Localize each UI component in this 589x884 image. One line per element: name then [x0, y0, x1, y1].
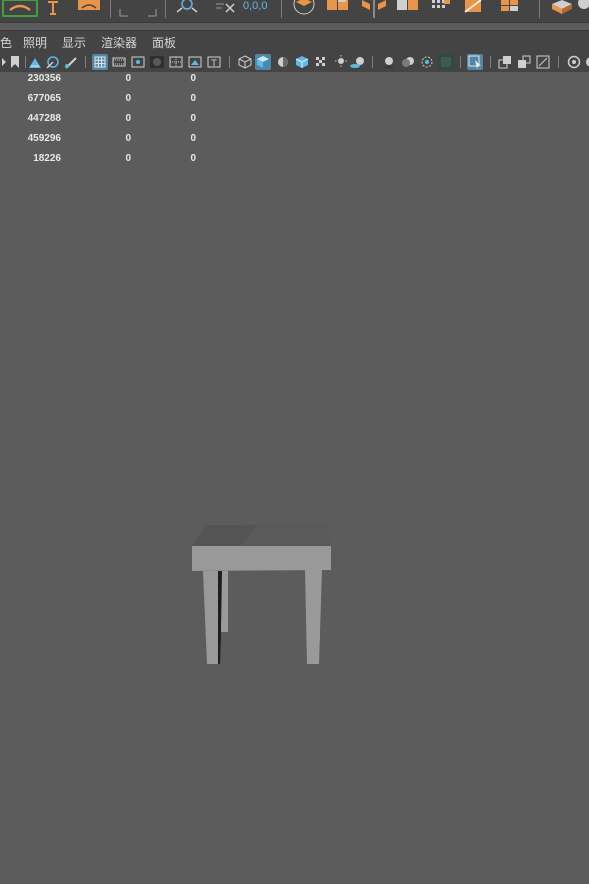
grid-icon[interactable] [92, 54, 108, 70]
sweep-mesh-icon[interactable] [77, 0, 101, 18]
grid-snap-icon[interactable] [118, 0, 158, 18]
lock-camera-icon[interactable] [27, 54, 43, 70]
menu-panels[interactable]: 面板 [152, 34, 176, 51]
slice-icon[interactable] [464, 0, 488, 18]
safe-action-icon[interactable] [187, 54, 203, 70]
xray-joints-icon[interactable] [497, 54, 513, 70]
curve-tool-icon[interactable] [2, 0, 38, 18]
textured-icon[interactable] [294, 54, 310, 70]
box-stack-icon[interactable] [290, 0, 318, 18]
resolution-gate-icon[interactable] [130, 54, 146, 70]
motion-blur-icon[interactable] [400, 54, 416, 70]
extrude-icon[interactable] [326, 0, 350, 18]
wireframe-cube-icon[interactable] [237, 54, 253, 70]
safe-title-icon[interactable]: T [206, 54, 222, 70]
bookmark-icon[interactable] [8, 54, 24, 70]
exposure-icon[interactable] [566, 54, 582, 70]
menu-shading[interactable]: 色 [0, 34, 12, 51]
paint-cube-icon[interactable] [548, 0, 589, 18]
panel-menu-bar: 色 照明 显示 渲染器 面板 [0, 30, 589, 52]
3d-viewport[interactable] [0, 72, 589, 884]
smooth-shade-cube-icon[interactable] [255, 54, 271, 70]
shelf-toolbar: 0,0,0 [0, 0, 589, 23]
field-chart-icon[interactable] [168, 54, 184, 70]
coordinate-readout[interactable]: 0,0,0 [243, 0, 267, 12]
table-model[interactable] [0, 72, 589, 884]
menu-lighting[interactable]: 照明 [23, 34, 47, 51]
bevel-icon[interactable] [360, 0, 388, 18]
isolate-select-icon[interactable] [467, 54, 483, 70]
gamma-icon[interactable] [583, 54, 589, 70]
lighting-icon[interactable] [333, 54, 349, 70]
xray-active-icon[interactable] [516, 54, 532, 70]
multi-cut-icon[interactable] [500, 0, 530, 18]
bridge-icon[interactable] [396, 0, 420, 18]
menu-renderer[interactable]: 渲染器 [101, 34, 137, 51]
xray-icon[interactable] [313, 54, 329, 70]
target-icon[interactable] [174, 0, 200, 18]
paint-icon[interactable] [45, 54, 61, 70]
default-material-icon[interactable] [275, 54, 291, 70]
shadow-icon[interactable] [350, 54, 366, 70]
clear-icon[interactable] [214, 0, 238, 18]
backface-icon[interactable] [535, 54, 551, 70]
depth-of-field-icon[interactable] [438, 54, 454, 70]
menu-show[interactable]: 显示 [62, 34, 86, 51]
anti-alias-icon[interactable] [419, 54, 435, 70]
film-gate-icon[interactable] [111, 54, 127, 70]
grid-mesh-icon[interactable] [430, 0, 452, 18]
gate-mask-icon[interactable] [149, 54, 165, 70]
text-tool-icon[interactable] [45, 0, 61, 18]
ambient-occlusion-icon[interactable] [381, 54, 397, 70]
draw-icon[interactable] [63, 54, 79, 70]
panel-toolbar: T [0, 52, 589, 72]
svg-text:T: T [210, 59, 217, 69]
